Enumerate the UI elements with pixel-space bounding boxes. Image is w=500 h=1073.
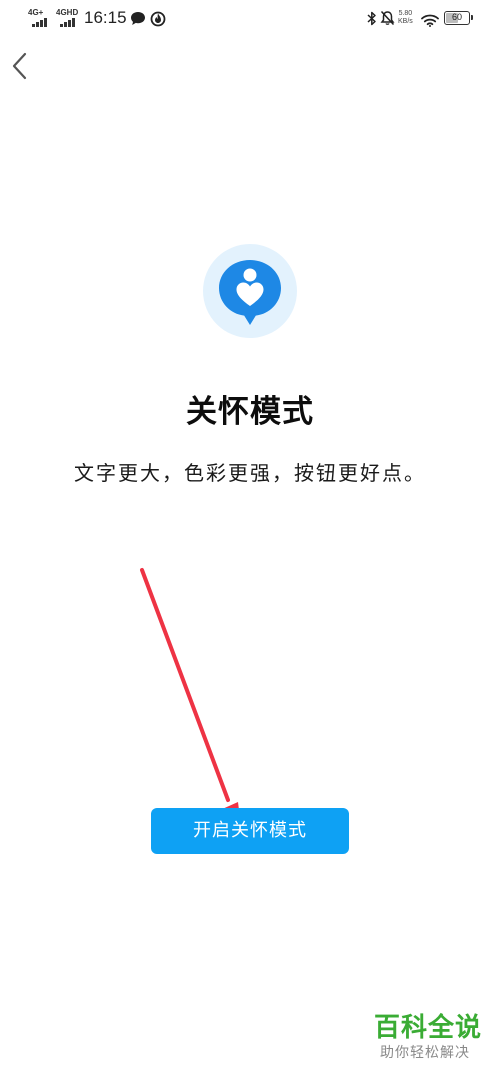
watermark-subtitle: 助你轻松解决	[380, 1045, 470, 1061]
app-notification-icon	[150, 10, 166, 31]
back-button[interactable]	[4, 48, 36, 84]
annotation-arrow	[140, 568, 242, 834]
status-bar: 4G+ 4GHD 16:15 5.80 KB/s 60	[0, 0, 500, 40]
watermark-logo: 百科全说 助你轻松解决	[374, 1012, 490, 1062]
bluetooth-icon	[367, 11, 377, 30]
battery-level: 60	[451, 12, 462, 22]
mute-bell-icon	[380, 10, 395, 30]
network-speed-unit: KB/s	[398, 18, 413, 25]
page-title: 关怀模式	[186, 394, 314, 430]
watermark-title: 百科全说	[374, 1013, 483, 1043]
message-bubble-icon	[130, 11, 146, 30]
sim2-network-label: 4GHD	[56, 8, 79, 17]
sim1-network-label: 4G+	[28, 8, 44, 17]
chevron-left-icon	[12, 52, 27, 80]
care-mode-icon	[203, 244, 297, 342]
sim2-signal-icon: 4GHD	[56, 9, 80, 27]
wifi-icon	[421, 12, 439, 31]
network-speed-value: 5.80	[398, 10, 413, 17]
battery-icon: 60	[444, 11, 473, 25]
page-subtitle: 文字更大，色彩更强，按钮更好点。	[74, 461, 426, 485]
enable-care-mode-button[interactable]: 开启关怀模式	[151, 808, 349, 854]
sim1-signal-icon: 4G+	[28, 9, 52, 27]
network-speed: 5.80 KB/s	[398, 10, 413, 26]
status-time: 16:15	[84, 8, 127, 27]
